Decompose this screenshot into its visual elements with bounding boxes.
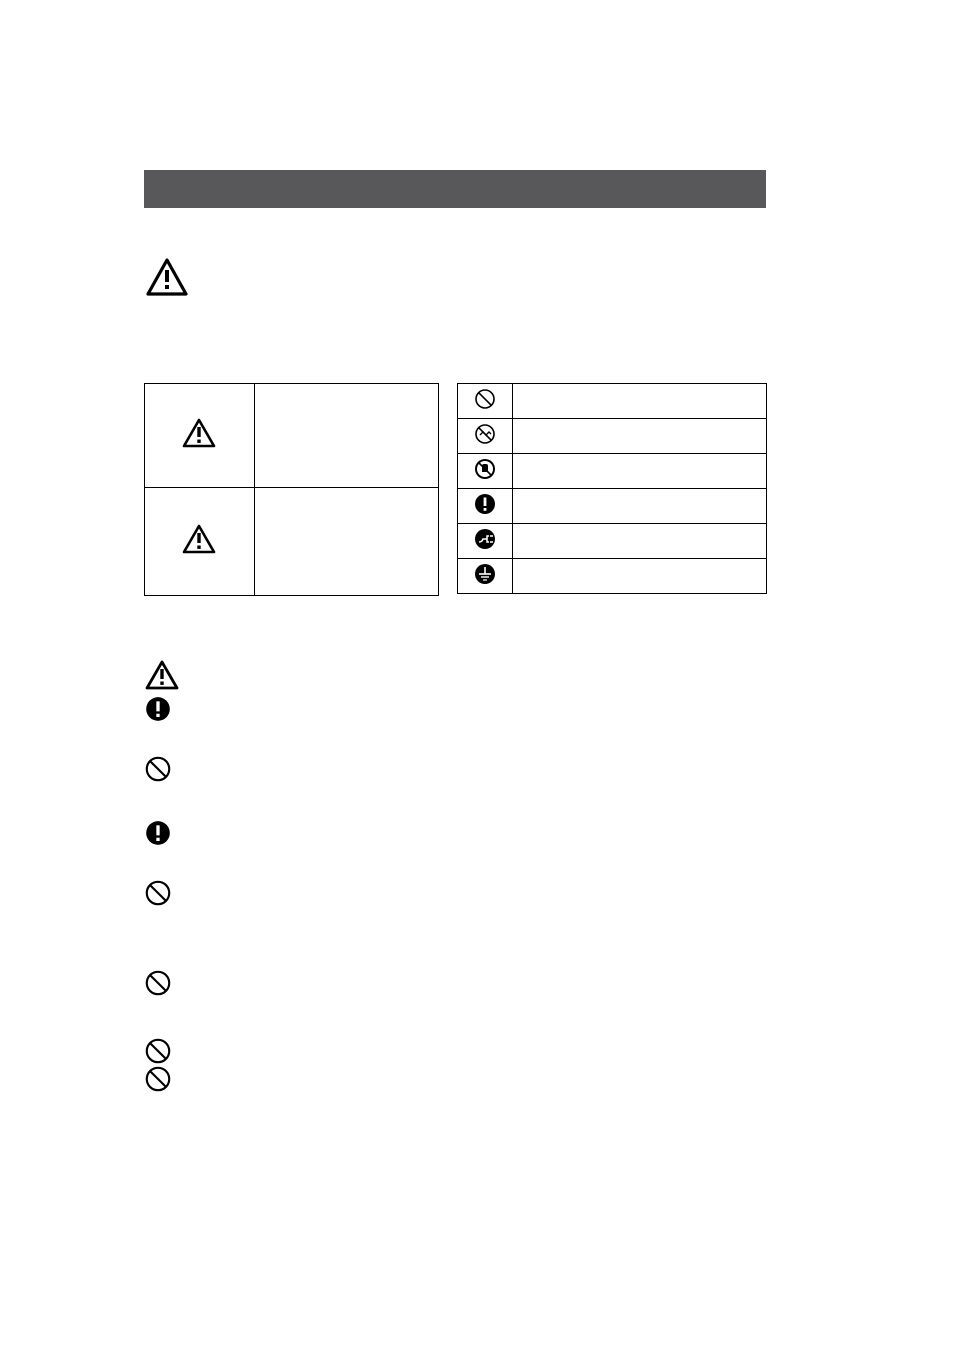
prohibited-icon	[145, 1038, 171, 1064]
symbol-cell-mandatory	[458, 489, 513, 524]
prohibited-icon	[145, 756, 171, 782]
no-touch-icon	[474, 458, 496, 480]
warning-triangle-icon	[182, 524, 216, 554]
prohibited-icon	[474, 388, 496, 410]
severity-row-2-text	[254, 488, 438, 596]
mandatory-exclaim-icon	[474, 493, 496, 515]
symbol-cell-no-disassemble	[458, 419, 513, 454]
prohibited-icon	[145, 1066, 171, 1092]
mandatory-exclaim-icon	[145, 820, 171, 846]
symbol-text-1	[512, 419, 766, 454]
symbol-cell-no-touch	[458, 454, 513, 489]
symbol-text-5	[512, 559, 766, 594]
severity-table	[144, 383, 439, 596]
symbol-text-3	[512, 489, 766, 524]
severity-row-1-icon-cell	[145, 384, 255, 488]
symbol-cell-unplug	[458, 524, 513, 559]
symbol-text-0	[512, 384, 766, 419]
symbol-text-2	[512, 454, 766, 489]
symbol-cell-prohibited	[458, 384, 513, 419]
warning-triangle-icon	[182, 418, 216, 448]
mandatory-exclaim-icon	[145, 696, 171, 722]
list-icon-1	[145, 696, 185, 727]
prohibited-icon	[145, 880, 171, 906]
list-icon-7	[145, 1066, 185, 1097]
symbol-table	[457, 383, 767, 594]
prohibited-icon	[145, 970, 171, 996]
severity-row-1-text	[254, 384, 438, 488]
header-bar	[144, 170, 766, 208]
list-icon-3	[145, 820, 185, 851]
list-icon-0	[145, 660, 185, 695]
list-icon-4	[145, 880, 185, 911]
list-icon-6	[145, 1038, 185, 1069]
severity-row-2-icon-cell	[145, 488, 255, 596]
ground-icon	[474, 563, 496, 585]
list-icon-2	[145, 756, 185, 787]
symbol-cell-ground	[458, 559, 513, 594]
warning-triangle-icon	[145, 660, 179, 690]
list-icon-5	[145, 970, 185, 1001]
unplug-icon	[474, 528, 496, 550]
no-disassemble-icon	[474, 423, 496, 445]
symbol-text-4	[512, 524, 766, 559]
warning-triangle-icon	[146, 258, 188, 301]
